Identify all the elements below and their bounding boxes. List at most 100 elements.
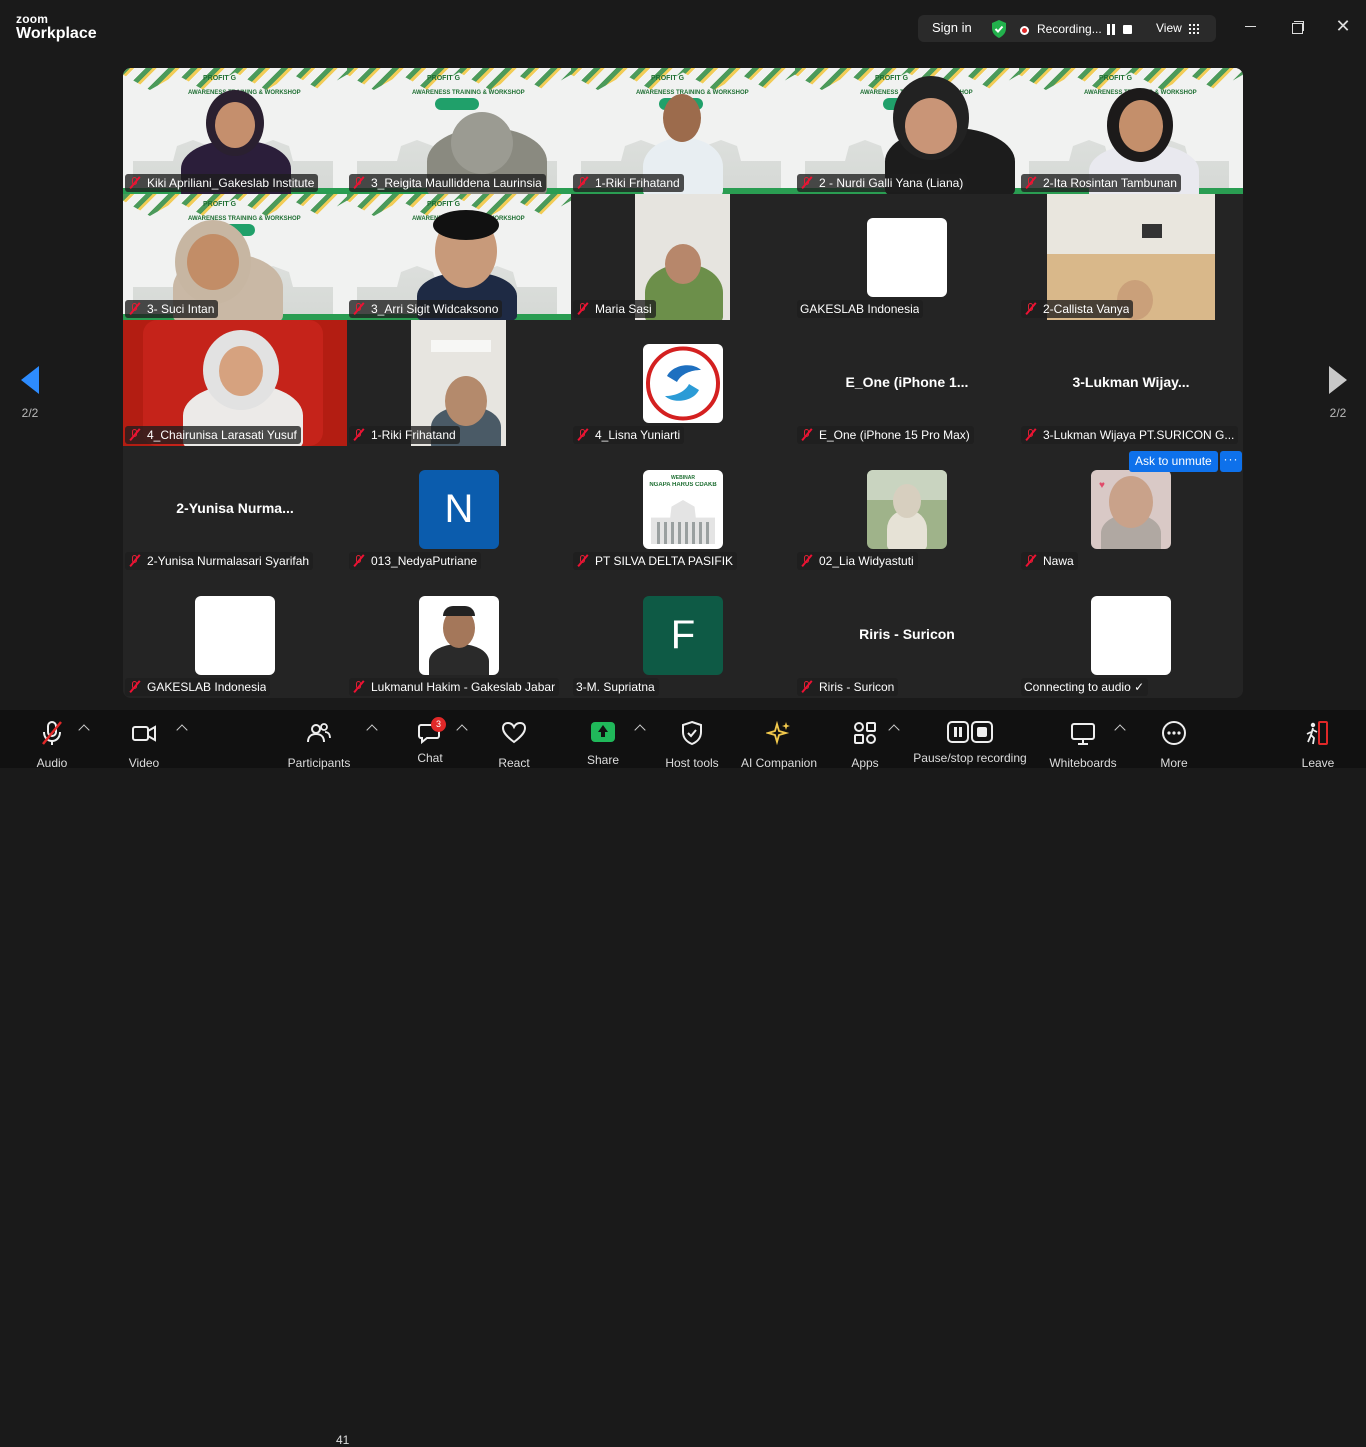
participant-tile[interactable]: 2-Yunisa Nurma... 2-Yunisa Nurmalasari S… — [123, 446, 347, 572]
more-dots-icon[interactable] — [1161, 720, 1187, 746]
participant-tile[interactable]: GAKESLAB Indonesia — [123, 572, 347, 698]
participant-tile[interactable]: 4_Chairunisa Larasati Yusuf — [123, 320, 347, 446]
participant-tile[interactable]: Riris - Suricon Riris - Suricon — [795, 572, 1019, 698]
muted-mic-icon — [352, 554, 366, 568]
participant-name-tag: 3-Lukman Wijaya PT.SURICON G... — [1021, 426, 1239, 444]
participant-tile[interactable]: WEBINAR NGAPA HARUS CDAKB PT SILVA DELTA… — [571, 446, 795, 572]
participant-tile[interactable]: 1-Riki Frihatand — [347, 320, 571, 446]
video-camera-icon[interactable] — [131, 720, 157, 746]
security-shield-icon[interactable] — [990, 19, 1008, 39]
stop-icon[interactable] — [971, 721, 993, 743]
participant-tile[interactable]: 02_Lia Widyastuti — [795, 446, 1019, 572]
next-page-button[interactable]: 2/2 — [1318, 366, 1358, 420]
video-button[interactable]: Video — [126, 720, 162, 770]
participant-name-tag: 3-M. Supriatna — [573, 678, 659, 696]
participant-tile[interactable]: PROFIT GAWARENESS TRAINING & WORKSHOP 3_… — [347, 68, 571, 194]
minimize-icon[interactable] — [1243, 18, 1259, 34]
left-arrow-icon[interactable] — [21, 366, 39, 394]
sign-in-button[interactable]: Sign in — [932, 20, 972, 35]
muted-mic-icon — [128, 680, 142, 694]
pause-recording-icon[interactable] — [1106, 24, 1116, 35]
muted-mic-icon — [1024, 176, 1038, 190]
react-button[interactable]: React — [494, 720, 534, 770]
participant-grid: PROFIT GAWARENESS TRAINING & WORKSHOP Ki… — [123, 68, 1243, 698]
meeting-toolbar: Audio Video Participants 41 3 Chat React… — [0, 710, 1366, 1447]
stop-recording-icon[interactable] — [1123, 25, 1132, 34]
participant-avatar — [195, 596, 275, 675]
participant-name-tag: Kiki Apriliani_Gakeslab Institute — [125, 174, 319, 192]
restore-icon[interactable] — [1289, 18, 1305, 34]
share-screen-icon[interactable] — [591, 722, 615, 742]
participants-button[interactable]: Participants — [284, 720, 354, 770]
ai-companion-button[interactable]: AI Companion — [740, 720, 818, 770]
host-tools-button[interactable]: Host tools — [662, 720, 722, 770]
whiteboards-button[interactable]: Whiteboards — [1046, 720, 1120, 770]
close-icon[interactable]: ✕ — [1335, 17, 1351, 35]
chat-button[interactable]: 3 Chat — [412, 717, 448, 765]
pause-icon[interactable] — [947, 721, 969, 743]
apps-button[interactable]: Apps — [846, 720, 884, 770]
participant-tile[interactable]: F 3-M. Supriatna — [571, 572, 795, 698]
participant-tile[interactable]: PROFIT G AWARENESS TRAINING & WORKSHOP 1-… — [571, 68, 795, 194]
muted-mic-icon — [352, 302, 366, 316]
page-indicator-right: 2/2 — [1329, 406, 1347, 420]
title-bar: zoom Workplace Sign in Recording... View… — [0, 0, 1366, 52]
participant-tile[interactable]: N 013_NedyaPutriane — [347, 446, 571, 572]
muted-mic-icon — [352, 680, 366, 694]
participant-tile[interactable]: PROFIT GAWARENESS TRAINING & WORKSHOP 3_… — [347, 194, 571, 320]
muted-mic-icon — [128, 428, 142, 442]
apps-icon[interactable] — [852, 720, 878, 746]
participant-tile[interactable]: E_One (iPhone 1... E_One (iPhone 15 Pro … — [795, 320, 1019, 446]
muted-mic-icon — [352, 176, 366, 190]
participant-tile[interactable]: 3-Lukman Wijay... 3-Lukman Wijaya PT.SUR… — [1019, 320, 1243, 446]
participant-display-name: 2-Yunisa Nurma... — [176, 500, 294, 516]
host-tools-shield-icon[interactable] — [679, 720, 705, 746]
whiteboard-icon[interactable] — [1070, 720, 1096, 746]
participant-name-tag: PT SILVA DELTA PASIFIK — [573, 552, 738, 570]
participant-tile[interactable]: PROFIT GAWARENESS TRAINING & WORKSHOP 2 … — [795, 68, 1019, 194]
more-button[interactable]: More — [1156, 720, 1192, 770]
participant-tile[interactable]: PROFIT GAWARENESS TRAINING & WORKSHOP 2-… — [1019, 68, 1243, 194]
participant-avatar — [1091, 596, 1171, 675]
muted-mic-icon — [576, 302, 590, 316]
participant-display-name: 3-Lukman Wijay... — [1072, 374, 1190, 390]
participant-tile[interactable]: Maria Sasi — [571, 194, 795, 320]
participant-more-button[interactable]: ··· — [1220, 451, 1242, 472]
participant-tile[interactable]: GAKESLAB Indonesia — [795, 194, 1019, 320]
participant-name-tag: Maria Sasi — [573, 300, 656, 318]
share-options-chevron-icon[interactable] — [634, 724, 646, 736]
participant-avatar — [867, 470, 947, 549]
participant-tile[interactable]: 4_Lisna Yuniarti — [571, 320, 795, 446]
apps-options-chevron-icon[interactable] — [888, 724, 900, 736]
grid-view-icon[interactable] — [1188, 23, 1199, 34]
participant-name-tag: E_One (iPhone 15 Pro Max) — [797, 426, 974, 444]
participant-display-name: Riris - Suricon — [859, 626, 955, 642]
participant-name-tag: 02_Lia Widyastuti — [797, 552, 918, 570]
previous-page-button[interactable]: 2/2 — [10, 366, 50, 420]
right-arrow-icon[interactable] — [1329, 366, 1347, 394]
ai-sparkle-icon[interactable] — [764, 720, 792, 746]
participant-tile[interactable]: 2-Callista Vanya — [1019, 194, 1243, 320]
share-button[interactable]: Share — [584, 720, 622, 767]
video-options-chevron-icon[interactable] — [176, 724, 188, 736]
participant-name-tag: 3- Suci Intan — [125, 300, 219, 318]
ask-to-unmute-button[interactable]: Ask to unmute — [1129, 451, 1218, 472]
participant-tile[interactable]: Connecting to audio ✓ — [1019, 572, 1243, 698]
page-indicator-left: 2/2 — [21, 406, 39, 420]
leave-door-icon[interactable] — [1305, 720, 1331, 746]
microphone-muted-icon[interactable] — [39, 720, 65, 746]
participant-name-tag: 3_Arri Sigit Widcaksono — [349, 300, 503, 318]
leave-button[interactable]: Leave — [1300, 720, 1336, 770]
audio-options-chevron-icon[interactable] — [78, 724, 90, 736]
audio-button[interactable]: Audio — [34, 720, 70, 770]
chat-options-chevron-icon[interactable] — [456, 724, 468, 736]
participant-tile[interactable]: PROFIT G AWARENESS TRAINING & WORKSHOP 3-… — [123, 194, 347, 320]
pause-stop-recording-button[interactable]: Pause/stop recording — [910, 720, 1030, 765]
participants-options-chevron-icon[interactable] — [366, 724, 378, 736]
muted-mic-icon — [128, 176, 142, 190]
participant-tile[interactable]: PROFIT GAWARENESS TRAINING & WORKSHOP Ki… — [123, 68, 347, 194]
heart-icon[interactable] — [501, 720, 527, 746]
view-button[interactable]: View — [1156, 21, 1182, 35]
participant-tile[interactable]: Lukmanul Hakim - Gakeslab Jabar — [347, 572, 571, 698]
participants-icon[interactable] — [306, 720, 332, 746]
